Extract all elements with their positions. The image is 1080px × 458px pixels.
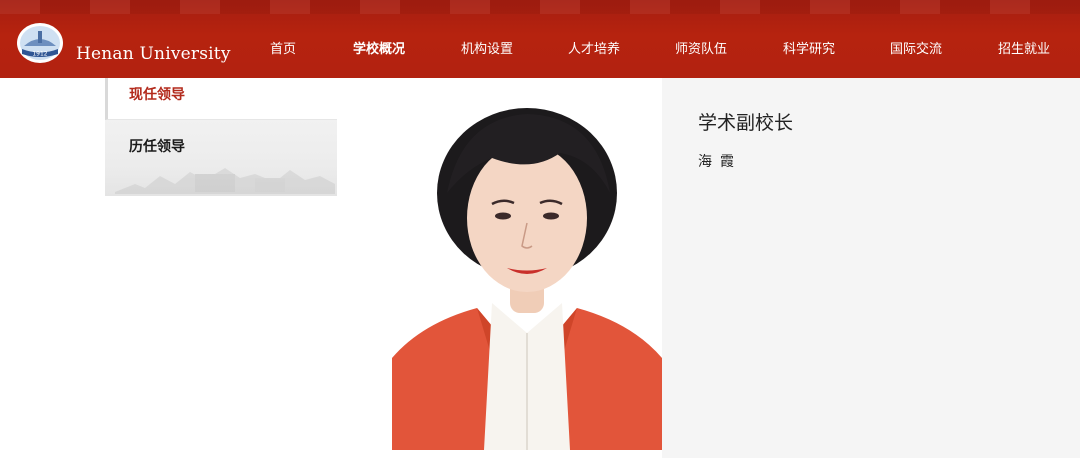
nav-item-organization[interactable]: 机构设置: [461, 38, 513, 57]
person-name: 海霞: [698, 154, 742, 170]
nav-item-international[interactable]: 国际交流: [890, 38, 942, 57]
nav-item-admissions[interactable]: 招生就业: [998, 38, 1050, 57]
leader-portrait: [392, 98, 662, 450]
header-banner-strip: [0, 0, 1080, 14]
leader-sidebar: 现任领导 历任领导: [105, 78, 337, 196]
position-title: 学术副校长: [698, 112, 794, 134]
sidebar-item-label: 现任领导: [129, 87, 185, 103]
nav-item-research[interactable]: 科学研究: [783, 38, 835, 57]
site-header: 1912 Henan University 首页 学校概况 机构设置 人才培养 …: [0, 0, 1080, 78]
main-nav: 首页 学校概况 机构设置 人才培养 师资队伍 科学研究 国际交流 招生就业: [0, 38, 1080, 60]
campus-sketch-decoration: [115, 168, 335, 194]
sidebar-item-former-leaders[interactable]: 历任领导: [105, 120, 337, 196]
sidebar-item-current-leaders[interactable]: 现任领导: [105, 78, 337, 120]
sidebar-item-label: 历任领导: [129, 139, 185, 155]
nav-item-about[interactable]: 学校概况: [353, 38, 405, 57]
nav-item-education[interactable]: 人才培养: [568, 38, 620, 57]
nav-item-home[interactable]: 首页: [270, 38, 296, 57]
leader-info-panel: 学术副校长 海霞: [662, 78, 1080, 458]
nav-item-faculty[interactable]: 师资队伍: [675, 38, 727, 57]
